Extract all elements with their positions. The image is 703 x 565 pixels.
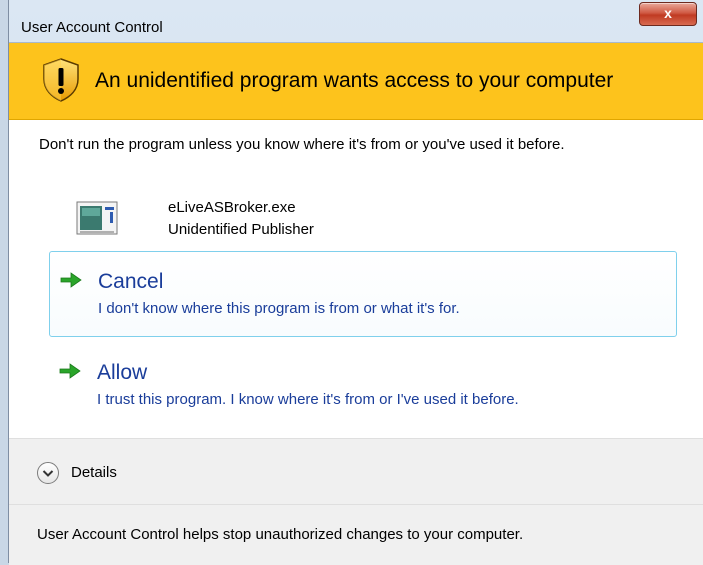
cancel-description: I don't know where this program is from …	[98, 300, 460, 317]
uac-dialog: User Account Control x An unidentified p…	[8, 0, 703, 565]
details-label[interactable]: Details	[71, 464, 117, 481]
program-publisher: Unidentified Publisher	[168, 221, 314, 238]
allow-title: Allow	[97, 361, 148, 384]
dialog-content: An unidentified program wants access to …	[9, 42, 703, 565]
footer-text: User Account Control helps stop unauthor…	[37, 526, 524, 543]
application-icon	[76, 201, 118, 235]
details-bar: Details	[9, 438, 703, 505]
warning-message: Don't run the program unless you know wh…	[39, 136, 565, 153]
shield-warning-icon	[43, 58, 79, 102]
cancel-title: Cancel	[98, 270, 164, 293]
warning-header: An unidentified program wants access to …	[9, 43, 703, 120]
close-icon: x	[664, 5, 672, 21]
cancel-option[interactable]: Cancel I don't know where this program i…	[49, 251, 677, 337]
close-button[interactable]: x	[639, 2, 697, 26]
green-arrow-icon	[60, 272, 82, 288]
green-arrow-icon	[59, 363, 81, 379]
program-name: eLiveASBroker.exe	[168, 199, 296, 216]
allow-description: I trust this program. I know where it's …	[97, 391, 519, 408]
details-toggle-button[interactable]	[37, 462, 59, 484]
warning-title: An unidentified program wants access to …	[95, 69, 614, 92]
chevron-down-icon	[42, 470, 54, 477]
title-bar[interactable]: User Account Control x	[9, 0, 703, 42]
window-title: User Account Control	[21, 19, 163, 36]
footer: User Account Control helps stop unauthor…	[9, 504, 703, 565]
allow-option[interactable]: Allow I trust this program. I know where…	[49, 343, 677, 429]
